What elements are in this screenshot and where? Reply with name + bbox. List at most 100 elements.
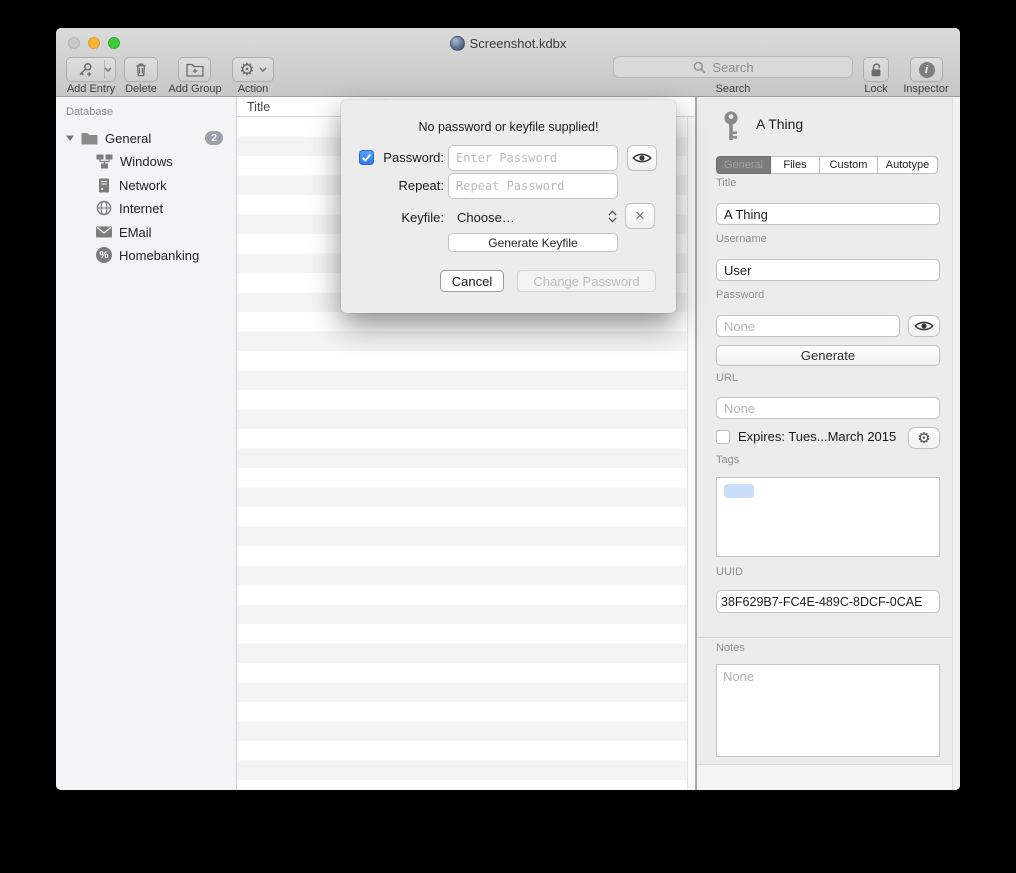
action-label: Action (232, 83, 274, 95)
keyfile-popup-button[interactable]: Choose… (457, 210, 515, 225)
dialog-repeat-input[interactable] (448, 173, 618, 199)
chevron-down-icon (259, 67, 267, 72)
windows-network-icon (96, 154, 113, 169)
inspector-tabs: General Files Custom Autotype (716, 156, 938, 174)
tab-files[interactable]: Files (771, 156, 820, 174)
globe-icon (96, 200, 112, 216)
sidebar-item-windows[interactable]: Windows (56, 150, 237, 172)
window-title: Screenshot.kdbx (470, 36, 567, 51)
disclosure-triangle-icon[interactable] (66, 134, 74, 142)
gear-icon: ⚙ (917, 430, 930, 447)
delete-button[interactable] (124, 57, 158, 82)
dialog-message: No password or keyfile supplied! (341, 120, 676, 134)
dialog-password-field-wrap (448, 145, 618, 171)
add-group-label: Add Group (164, 83, 226, 95)
dialog-password-input[interactable] (448, 145, 618, 171)
dialog-reveal-password-button[interactable] (627, 145, 657, 171)
key-plus-icon (77, 62, 93, 78)
add-entry-button[interactable] (66, 57, 116, 82)
action-button[interactable]: ⚙ (232, 57, 274, 82)
lock-button[interactable] (863, 57, 889, 82)
change-password-button[interactable]: Change Password (517, 270, 656, 292)
sidebar-item-label: Internet (119, 201, 163, 216)
tab-general[interactable]: General (716, 156, 771, 174)
sidebar-item-email[interactable]: EMail (56, 221, 237, 243)
uuid-field-label: UUID (716, 566, 743, 578)
sidebar-item-network[interactable]: Network (56, 174, 237, 196)
password-field-wrap (716, 315, 900, 337)
username-field-wrap (716, 259, 940, 281)
desktop-background: Screenshot.kdbx Add Entry (0, 0, 1016, 873)
eye-icon (632, 152, 652, 164)
sidebar-item-label: Network (119, 178, 167, 193)
expires-settings-button[interactable]: ⚙ (908, 427, 940, 449)
entry-list-scrollbar[interactable] (687, 117, 695, 790)
eye-icon (914, 320, 934, 332)
trash-icon (133, 61, 149, 78)
url-input[interactable] (716, 397, 940, 419)
dialog-keyfile-label: Keyfile: (376, 210, 444, 225)
password-input[interactable] (716, 315, 900, 337)
sidebar-item-homebanking[interactable]: % Homebanking (56, 244, 237, 266)
reveal-password-button[interactable] (908, 315, 940, 337)
search-input[interactable] (613, 56, 853, 78)
sidebar-item-general[interactable]: General 2 (56, 127, 237, 149)
tag-pill[interactable] (724, 484, 754, 498)
expires-label: Expires: Tues...March 2015 (738, 429, 896, 444)
url-field-wrap (716, 397, 940, 419)
notes-divider (697, 637, 960, 638)
inspector-scrollbar[interactable] (952, 97, 960, 790)
percent-icon: % (96, 247, 112, 263)
window-header: Screenshot.kdbx Add Entry (56, 28, 960, 97)
title-field-wrap (716, 203, 940, 225)
entry-title: A Thing (756, 116, 803, 132)
window-title-group: Screenshot.kdbx (56, 35, 960, 52)
add-entry-label: Add Entry (60, 83, 122, 95)
tab-custom[interactable]: Custom (820, 156, 878, 174)
username-field-label: Username (716, 233, 767, 245)
chevron-down-icon (104, 67, 112, 72)
sidebar-item-label: Homebanking (119, 248, 199, 263)
generate-keyfile-button[interactable]: Generate Keyfile (448, 233, 618, 252)
key-icon (722, 111, 740, 141)
tags-field-label: Tags (716, 454, 739, 466)
notes-field-label: Notes (716, 642, 745, 654)
inspector-panel: A Thing General Files Custom Autotype Ti… (697, 97, 960, 790)
sidebar-item-label: General (105, 131, 151, 146)
search-caption: Search (703, 83, 763, 95)
gear-icon: ⚙ (239, 61, 254, 78)
entry-count-badge: 2 (205, 131, 223, 145)
envelope-icon (96, 226, 112, 238)
tags-box[interactable] (716, 477, 940, 557)
username-input[interactable] (716, 259, 940, 281)
document-icon (450, 36, 465, 51)
folder-plus-icon (186, 62, 204, 77)
generate-password-button[interactable]: Generate (716, 345, 940, 366)
sidebar-item-label: Windows (120, 154, 173, 169)
notes-textarea[interactable] (716, 664, 940, 757)
folder-icon (81, 132, 98, 145)
password-checkbox[interactable] (359, 150, 374, 165)
sidebar-item-internet[interactable]: Internet (56, 197, 237, 219)
clear-keyfile-button[interactable]: × (625, 203, 655, 229)
sidebar-item-label: EMail (119, 225, 152, 240)
dialog-repeat-field-wrap (448, 173, 618, 199)
password-field-label: Password (716, 289, 764, 301)
add-group-button[interactable] (178, 57, 211, 82)
sidebar-section-header: Database (66, 106, 113, 118)
title-input[interactable] (716, 203, 940, 225)
lock-label: Lock (856, 83, 896, 95)
search-icon (693, 61, 706, 74)
inspector-button[interactable]: i (910, 57, 943, 82)
inspector-footer (697, 764, 960, 790)
change-password-dialog: No password or keyfile supplied! Passwor… (341, 100, 676, 313)
unlocked-padlock-icon (869, 62, 883, 78)
expires-checkbox[interactable] (716, 430, 730, 444)
stepper-icon[interactable] (608, 210, 617, 223)
column-header-title[interactable]: Title (247, 100, 270, 114)
uuid-input[interactable] (716, 590, 940, 613)
dialog-repeat-label: Repeat: (376, 178, 444, 193)
tab-autotype[interactable]: Autotype (878, 156, 938, 174)
cancel-button[interactable]: Cancel (440, 270, 504, 292)
checkmark-icon (360, 151, 373, 164)
